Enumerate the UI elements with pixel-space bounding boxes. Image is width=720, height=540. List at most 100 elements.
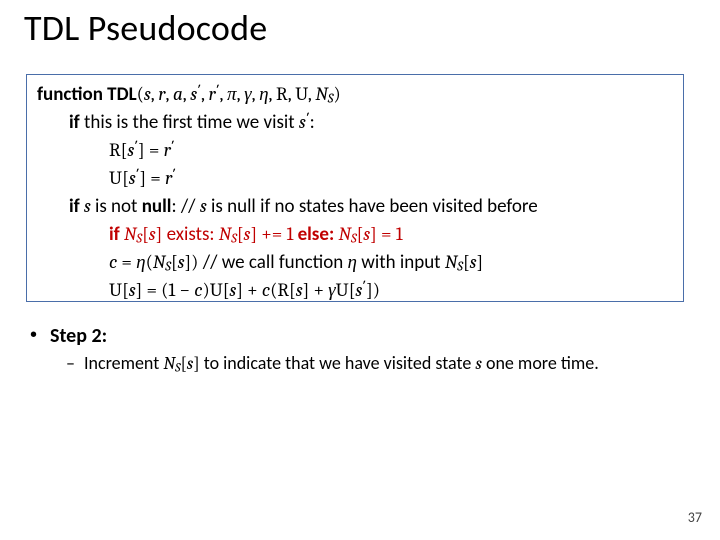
U: U — [109, 167, 122, 189]
text: one more time. — [482, 352, 599, 374]
N: N — [124, 223, 136, 245]
step2-detail-text: Increment NS[s] to indicate that we have… — [84, 352, 599, 375]
else-keyword: else: — [298, 223, 339, 246]
comment-text: // we call function — [198, 251, 347, 274]
pluseq: += 1 — [257, 223, 297, 245]
bracket-open: [ — [122, 167, 129, 189]
bracket-close-eq: ] = — [139, 167, 165, 189]
s-var: s — [80, 195, 95, 217]
if-keyword: if — [69, 111, 80, 134]
bracket-close-eq: ] = (1 − — [136, 279, 195, 301]
step2-label: Step 2: — [50, 324, 107, 348]
param-eta: η — [259, 83, 268, 105]
if-text: this is the first time we visit — [80, 111, 299, 134]
sep: , — [269, 83, 277, 105]
eta: η — [136, 251, 145, 273]
code-line-U-assign: U[s′] = r′ — [37, 165, 673, 193]
if-keyword: if — [109, 223, 124, 246]
eq: = — [117, 251, 136, 273]
code-line-function: function TDL(s, r, a, s′, r′, π, γ, η, R… — [37, 81, 673, 109]
colon: : — [310, 111, 315, 134]
step2-heading-row: • Step 2: — [30, 324, 690, 348]
bracket-close-eq: ] = — [138, 139, 164, 161]
bracket-close: ] — [477, 251, 484, 273]
sep: , — [165, 83, 173, 105]
comment-prefix: // — [177, 195, 200, 218]
code-line-R-assign: R[s′] = r′ — [37, 137, 673, 165]
slide-title: TDL Pseudocode — [24, 6, 267, 50]
c-var: c — [109, 251, 117, 273]
code-line-c-assign: c = η(NS[s]) // we call function η with … — [37, 249, 673, 277]
sep: , — [201, 83, 209, 105]
paren-open: ( — [146, 251, 153, 273]
U: U — [210, 279, 223, 301]
r: r — [164, 139, 171, 161]
gamma: γ — [328, 279, 336, 301]
U: U — [336, 279, 349, 301]
R: R — [109, 139, 121, 161]
page-number: 37 — [688, 509, 702, 526]
params-open: ( — [137, 83, 144, 105]
N: N — [163, 353, 175, 374]
bullet-icon: • — [30, 324, 50, 347]
code-line-U-update: U[s] = (1 − c)U[s] + c(R[s] + γU[s′]) — [37, 277, 673, 305]
param-R: R — [276, 83, 288, 105]
comment-text: with input — [357, 251, 445, 274]
comment-rest: is null if no states have been visited b… — [207, 195, 538, 218]
param-s: s — [144, 83, 151, 105]
if-text: is not — [95, 195, 142, 218]
bracket-close: ] — [370, 223, 377, 245]
s: s — [178, 251, 185, 273]
c-var: c — [262, 279, 270, 301]
s: s — [470, 251, 477, 273]
bracket-open: [ — [171, 251, 178, 273]
param-a: a — [173, 83, 183, 105]
prime: ′ — [171, 138, 175, 157]
eq-one: = 1 — [377, 223, 403, 245]
N: N — [339, 223, 351, 245]
R: R — [277, 279, 289, 301]
bracket-open: [ — [237, 223, 244, 245]
N: N — [445, 251, 457, 273]
text: Increment — [84, 352, 163, 374]
pseudocode-box: function TDL(s, r, a, s′, r′, π, γ, η, R… — [26, 74, 684, 302]
params-close: ) — [333, 83, 340, 105]
s: s — [129, 167, 136, 189]
slide: TDL Pseudocode function TDL(s, r, a, s′,… — [0, 0, 720, 540]
bracket-close-plus: ] + — [236, 279, 262, 301]
bracket-open: [ — [463, 251, 470, 273]
eta: η — [348, 251, 357, 273]
bracket-open: [ — [122, 279, 129, 301]
code-line-if-s-not-null: if s is not null: // s is null if no sta… — [37, 193, 673, 221]
param-rprime: r — [209, 83, 216, 105]
s: s — [296, 279, 303, 301]
bracket-close-paren: ]) — [366, 279, 380, 301]
sep: , — [252, 83, 260, 105]
s: s — [149, 223, 156, 245]
param-gamma: γ — [244, 83, 252, 105]
bracket-close-plus: ] + — [303, 279, 329, 301]
function-keyword: function TDL — [37, 83, 137, 106]
code-line-if-first-visit: if this is the first time we visit s′: — [37, 109, 673, 137]
param-U: U — [295, 83, 308, 105]
dash-icon: – — [66, 352, 84, 374]
sep: , — [220, 83, 228, 105]
param-pi: π — [227, 83, 237, 105]
exists-text: exists: — [162, 223, 218, 246]
step2-block: • Step 2: – Increment NS[s] to indicate … — [30, 324, 690, 375]
paren-close: ) — [202, 279, 209, 301]
step2-detail-row: – Increment NS[s] to indicate that we ha… — [30, 352, 690, 375]
bracket-open: [ — [142, 223, 149, 245]
N: N — [153, 251, 165, 273]
s: s — [129, 279, 136, 301]
bracket-open: [ — [289, 279, 296, 301]
text: to indicate that we have visited state — [200, 352, 476, 374]
N: N — [219, 223, 231, 245]
comment-s: s — [200, 195, 207, 217]
U: U — [109, 279, 122, 301]
prime: ′ — [172, 166, 176, 185]
if-keyword: if — [69, 195, 80, 218]
null-keyword: null — [142, 195, 172, 218]
code-line-increment-ns: if NS[s] exists: NS[s] += 1 else: NS[s] … — [37, 221, 673, 249]
if1-s: s — [299, 111, 306, 133]
